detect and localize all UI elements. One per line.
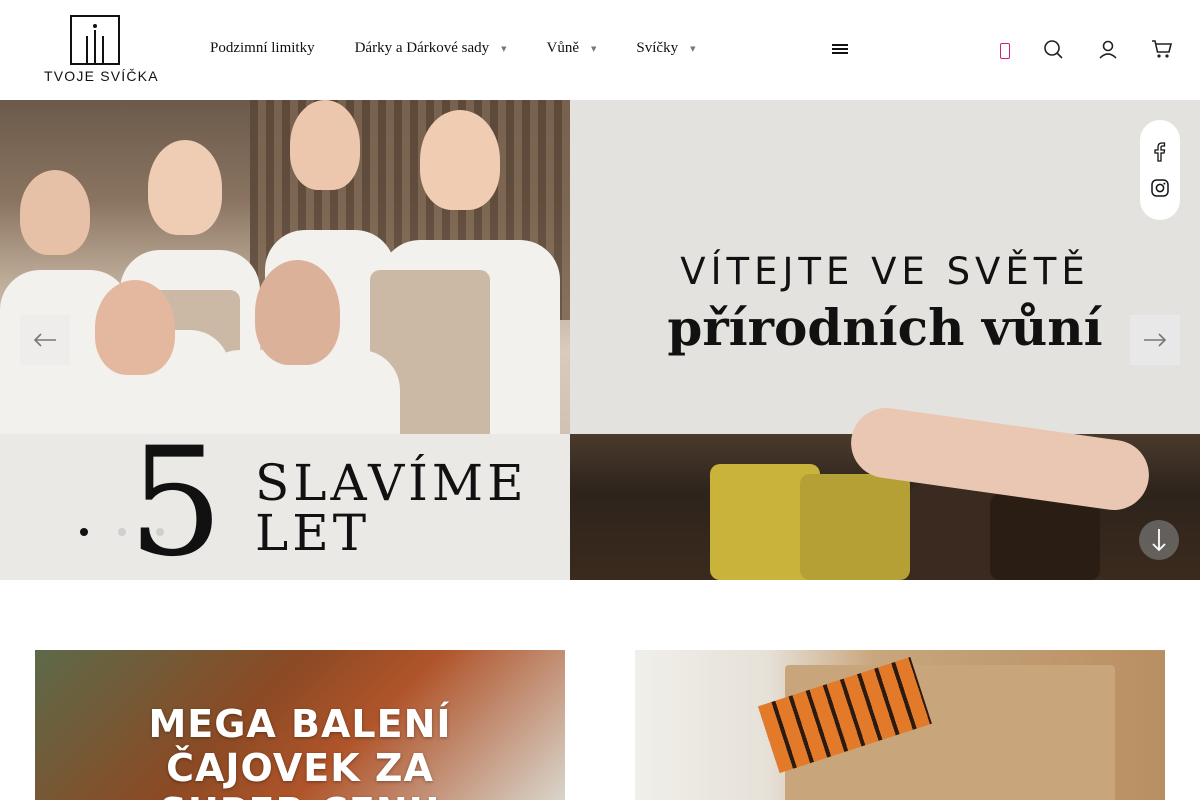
anniversary-number: 5 bbox=[128, 416, 224, 580]
menu-bar bbox=[832, 48, 848, 50]
arrow-left-icon bbox=[33, 333, 56, 347]
facebook-icon[interactable] bbox=[1152, 142, 1168, 162]
instagram-icon[interactable] bbox=[1151, 179, 1169, 197]
cart-icon[interactable] bbox=[1151, 38, 1173, 60]
chevron-down-icon: ▼ bbox=[690, 44, 696, 53]
menu-bar bbox=[832, 52, 848, 54]
slider-next-button[interactable] bbox=[1130, 315, 1180, 365]
candle-making-photo bbox=[570, 403, 1200, 580]
nav-item-podzimni-limitky[interactable]: Podzimní limitky bbox=[210, 40, 315, 57]
slider-prev-button[interactable] bbox=[20, 315, 70, 365]
jar-shape bbox=[990, 494, 1100, 580]
promo-card-title: MEGA BALENÍ ČAJOVEK ZA SUPER CENU bbox=[35, 702, 565, 800]
nav-item-svicky[interactable]: Svíčky ▼ bbox=[636, 40, 695, 57]
person-shape bbox=[148, 140, 222, 235]
user-icon[interactable] bbox=[1097, 38, 1119, 60]
hero-slider: 5 SLAVÍME LET VÍTEJTE VE SVĚTĚ přírodníc… bbox=[0, 100, 1200, 580]
slider-dot[interactable] bbox=[118, 528, 126, 536]
social-bar bbox=[1140, 120, 1180, 220]
promo-card-tealights[interactable]: MEGA BALENÍ ČAJOVEK ZA SUPER CENU bbox=[35, 650, 565, 800]
nav-item-label: Svíčky bbox=[636, 40, 679, 56]
person-shape bbox=[255, 260, 340, 365]
search-icon[interactable] bbox=[1042, 38, 1064, 60]
chevron-down-icon: ▼ bbox=[591, 44, 597, 53]
hero-headline-line2: přírodních vůní bbox=[667, 298, 1103, 357]
promo-card-title-line: ČAJOVEK ZA bbox=[166, 746, 434, 790]
anniversary-line1: SLAVÍME bbox=[255, 454, 528, 512]
nav-item-label: Vůně bbox=[546, 40, 580, 56]
logo-text: TVOJE SVÍČKA bbox=[44, 68, 159, 84]
heart-icon[interactable] bbox=[1000, 43, 1010, 59]
person-shape bbox=[420, 110, 500, 210]
hero-headline-line1: VÍTEJTE VE SVĚTĚ bbox=[680, 250, 1090, 293]
menu-icon[interactable] bbox=[832, 44, 848, 56]
promo-card-title-line: MEGA BALENÍ bbox=[148, 702, 452, 746]
scroll-down-button[interactable] bbox=[1139, 520, 1179, 560]
anniversary-line2: LET bbox=[255, 504, 371, 562]
logo-mark-icon bbox=[70, 15, 120, 65]
person-shape bbox=[95, 280, 175, 375]
promo-card-title-line: SUPER CENU bbox=[35, 790, 565, 800]
slider-dot[interactable] bbox=[80, 528, 88, 536]
headline-panel: VÍTEJTE VE SVĚTĚ přírodních vůní bbox=[570, 100, 1200, 434]
site-logo[interactable]: TVOJE SVÍČKA bbox=[44, 14, 159, 86]
person-shape bbox=[20, 170, 90, 255]
nav-item-label: Podzimní limitky bbox=[210, 40, 315, 56]
nav-item-label: Dárky a Dárkové sady bbox=[354, 40, 490, 56]
promo-card-gift-box[interactable] bbox=[635, 650, 1165, 800]
jar-shape bbox=[800, 474, 910, 580]
site-header: TVOJE SVÍČKA Podzimní limitky Dárky a Dá… bbox=[0, 0, 1200, 100]
menu-bar bbox=[832, 44, 848, 46]
arrow-down-icon bbox=[1152, 529, 1166, 552]
slider-dots bbox=[80, 528, 164, 536]
slider-dot[interactable] bbox=[156, 528, 164, 536]
nav-item-vune[interactable]: Vůně ▼ bbox=[547, 40, 597, 57]
chevron-down-icon: ▼ bbox=[501, 44, 507, 53]
main-nav: Podzimní limitky Dárky a Dárkové sady ▼ … bbox=[210, 40, 735, 57]
team-photo bbox=[0, 100, 570, 440]
anniversary-text: SLAVÍME LET bbox=[255, 458, 528, 558]
arrow-right-icon bbox=[1144, 333, 1167, 347]
person-shape bbox=[290, 100, 360, 190]
nav-item-darky[interactable]: Dárky a Dárkové sady ▼ bbox=[355, 40, 507, 57]
